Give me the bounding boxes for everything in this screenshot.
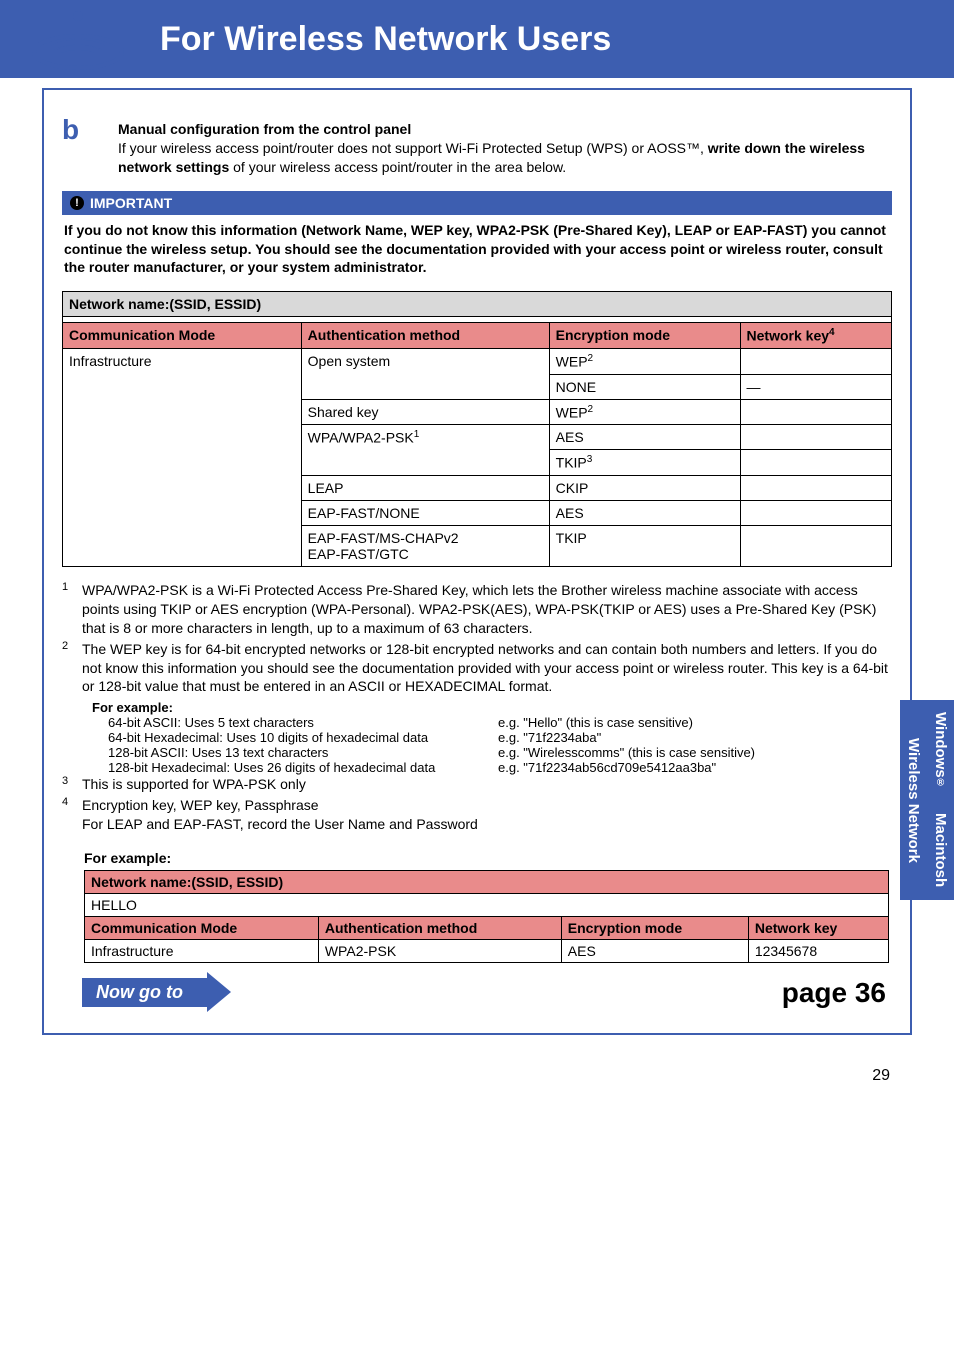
ex2-col-auth: Authentication method	[318, 916, 561, 939]
now-go-arrow: Now go to	[82, 978, 207, 1007]
example2-table: Network name:(SSID, ESSID) HELLO Communi…	[84, 870, 889, 963]
fn-num: 3	[62, 775, 82, 794]
tab-windows[interactable]: Windows®	[927, 700, 954, 800]
side-tabs: Wireless Network Windows® Macintosh	[900, 700, 954, 900]
fn-num: 4	[62, 796, 82, 834]
cell-key: —	[740, 374, 891, 399]
cell-key	[740, 450, 891, 476]
example-block: For example: 64-bit ASCII: Uses 5 text c…	[92, 700, 892, 775]
important-bar: ! IMPORTANT	[62, 191, 892, 215]
important-text: If you do not know this information (Net…	[64, 221, 890, 278]
cell-auth: Open system	[301, 349, 549, 400]
cell-enc: WEP2	[549, 399, 740, 425]
ex-r: e.g. "71f2234ab56cd709e5412aa3ba"	[498, 760, 892, 775]
content-box: b Manual configuration from the control …	[42, 88, 912, 1035]
page-header: For Wireless Network Users	[0, 0, 954, 78]
wireless-icon	[28, 8, 128, 72]
important-label: IMPORTANT	[90, 195, 172, 211]
step-letter: b	[62, 114, 79, 146]
tab-wireless-network[interactable]: Wireless Network	[900, 700, 927, 900]
example-heading: For example:	[92, 700, 892, 715]
fn-text: This is supported for WPA-PSK only	[82, 775, 892, 794]
page-number: 29	[872, 1067, 890, 1085]
ex-l: 128-bit ASCII: Uses 13 text characters	[108, 745, 488, 760]
ex2-col-key: Network key	[748, 916, 888, 939]
fn-num: 2	[62, 640, 82, 697]
cell-enc: WEP2	[549, 349, 740, 375]
fn-num: 1	[62, 581, 82, 638]
col-auth: Authentication method	[301, 323, 549, 349]
ex2-col-comm: Communication Mode	[85, 916, 319, 939]
tab-macintosh[interactable]: Macintosh	[927, 800, 954, 900]
cell-key	[740, 475, 891, 500]
cell-enc: AES	[549, 425, 740, 450]
ex-l: 128-bit Hexadecimal: Uses 26 digits of h…	[108, 760, 488, 775]
ex2-ssid-label: Network name:(SSID, ESSID)	[85, 870, 889, 893]
now-go-page[interactable]: page 36	[782, 977, 886, 1009]
cell-enc: CKIP	[549, 475, 740, 500]
now-go-row: Now go to page 36	[62, 977, 892, 1009]
cell-auth: Shared key	[301, 399, 549, 425]
cell-key	[740, 500, 891, 525]
cell-enc: NONE	[549, 374, 740, 399]
cell-enc: TKIP3	[549, 450, 740, 476]
ex-r: e.g. "71f2234aba"	[498, 730, 892, 745]
ex-r: e.g. "Hello" (this is case sensitive)	[498, 715, 892, 730]
cell-enc: TKIP	[549, 525, 740, 566]
col-enc: Encryption mode	[549, 323, 740, 349]
cell-auth: EAP-FAST/NONE	[301, 500, 549, 525]
footnotes: 1WPA/WPA2-PSK is a Wi-Fi Protected Acces…	[62, 581, 892, 834]
col-key: Network key4	[740, 323, 891, 349]
ex-l: 64-bit ASCII: Uses 5 text characters	[108, 715, 488, 730]
cell-auth: LEAP	[301, 475, 549, 500]
cell-key	[740, 425, 891, 450]
step-body: Manual configuration from the control pa…	[118, 120, 892, 177]
cell-enc: AES	[549, 500, 740, 525]
col-comm: Communication Mode	[63, 323, 302, 349]
step-body-pre: If your wireless access point/router doe…	[118, 140, 708, 156]
cell-comm: Infrastructure	[63, 349, 302, 567]
cell-key	[740, 399, 891, 425]
ex-r: e.g. "Wirelesscomms" (this is case sensi…	[498, 745, 892, 760]
ex2-auth: WPA2-PSK	[318, 939, 561, 962]
ex2-key: 12345678	[748, 939, 888, 962]
cell-key	[740, 349, 891, 375]
fn-text: Encryption key, WEP key, PassphraseFor L…	[82, 796, 892, 834]
cell-auth: EAP-FAST/MS-CHAPv2 EAP-FAST/GTC	[301, 525, 549, 566]
example2-heading: For example:	[84, 850, 892, 866]
fn-text: The WEP key is for 64-bit encrypted netw…	[82, 640, 892, 697]
ex2-ssid-value: HELLO	[85, 893, 889, 916]
page-title: For Wireless Network Users	[160, 20, 611, 59]
step-body-post: of your wireless access point/router in …	[229, 159, 566, 175]
fn-text: WPA/WPA2-PSK is a Wi-Fi Protected Access…	[82, 581, 892, 638]
alert-icon: !	[70, 196, 84, 210]
ex2-enc: AES	[561, 939, 748, 962]
step-title: Manual configuration from the control pa…	[118, 121, 411, 137]
ex2-comm: Infrastructure	[85, 939, 319, 962]
network-table: Network name:(SSID, ESSID) Communication…	[62, 291, 892, 567]
ssid-label: Network name:(SSID, ESSID)	[63, 292, 892, 317]
ex-l: 64-bit Hexadecimal: Uses 10 digits of he…	[108, 730, 488, 745]
ex2-col-enc: Encryption mode	[561, 916, 748, 939]
cell-key	[740, 525, 891, 566]
cell-auth: WPA/WPA2-PSK1	[301, 425, 549, 476]
